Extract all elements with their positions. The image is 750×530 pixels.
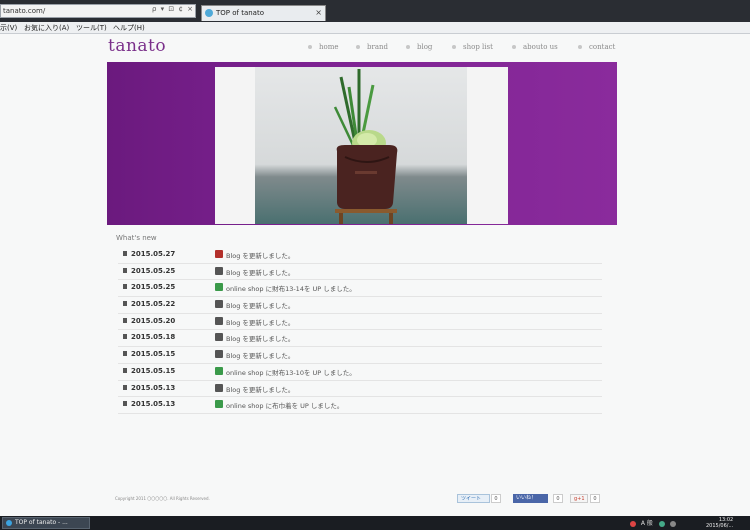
- news-link[interactable]: online shop に財布13-10を UP しました。: [226, 367, 356, 377]
- blog-icon: [215, 333, 223, 342]
- nav-blog[interactable]: blog: [406, 43, 432, 51]
- ime-indicator[interactable]: A 般: [641, 520, 653, 527]
- news-date: 2015.05.25: [131, 283, 176, 292]
- bullet-icon: [123, 401, 127, 407]
- blog-red-icon: [215, 250, 223, 258]
- bullet-icon: [123, 384, 127, 390]
- browser-tab[interactable]: TOP of tanato ×: [201, 5, 326, 21]
- clock[interactable]: 13:02 2015/06/...: [706, 517, 733, 529]
- news-list: 2015.05.27 Blog を更新しました。 2015.05.25 Blog を更…: [118, 247, 602, 414]
- news-link[interactable]: Blog を更新しました。: [226, 317, 294, 327]
- tab-title: TOP of tanato: [216, 9, 264, 17]
- bullet-icon: [123, 351, 127, 357]
- taskbar-item-label: TOP of tanato - ...: [15, 519, 68, 526]
- blog-icon: [215, 383, 223, 392]
- bag-with-vegetables-image: [333, 69, 398, 224]
- news-item: 2015.05.25 online shop に財布13-14を UP しました。: [118, 280, 602, 298]
- news-link[interactable]: Blog を更新しました。: [226, 250, 294, 260]
- news-date: 2015.05.13: [131, 383, 176, 392]
- bullet-icon: [123, 317, 127, 323]
- news-date: 2015.05.15: [131, 350, 176, 359]
- blog-icon: [215, 350, 223, 359]
- news-item: 2015.05.15 Blog を更新しました。: [118, 347, 602, 364]
- gplus-button[interactable]: g+1: [570, 494, 588, 503]
- taskbar: TOP of tanato - ... A 般 13:02 2015/06/..…: [0, 516, 750, 530]
- like-button[interactable]: いいね！: [513, 494, 548, 503]
- hero-banner: [107, 62, 617, 225]
- news-date: 2015.05.18: [131, 333, 176, 342]
- news-link[interactable]: Blog を更新しました。: [226, 267, 294, 277]
- news-item: 2015.05.22 Blog を更新しました。: [118, 297, 602, 314]
- news-link[interactable]: online shop に布巾着を UP しました。: [226, 400, 343, 410]
- shop-icon: [215, 400, 223, 409]
- tweet-count: 0: [491, 494, 501, 503]
- nav-home[interactable]: home: [308, 43, 339, 51]
- whats-new-heading: What's new: [116, 234, 157, 242]
- tab-close-icon[interactable]: ×: [315, 6, 322, 20]
- bullet-icon: [123, 251, 127, 256]
- ie-favicon-icon: [205, 9, 213, 17]
- nav-shop-list[interactable]: shop list: [452, 43, 493, 51]
- news-date: 2015.05.25: [131, 266, 176, 275]
- blog-icon: [215, 316, 223, 325]
- news-item: 2015.05.18 Blog を更新しました。: [118, 330, 602, 348]
- news-item: 2015.05.13 online shop に布巾着を UP しました。: [118, 397, 602, 414]
- news-date: 2015.05.15: [131, 366, 176, 375]
- shop-icon: [215, 366, 223, 375]
- menu-help[interactable]: ヘルプ(H): [113, 22, 145, 34]
- bullet-icon: [123, 367, 127, 373]
- bullet-icon: [123, 334, 127, 340]
- tray-network-icon[interactable]: [658, 520, 665, 527]
- news-date: 2015.05.22: [131, 300, 176, 309]
- news-link[interactable]: Blog を更新しました。: [226, 333, 294, 343]
- news-link[interactable]: Blog を更新しました。: [226, 384, 294, 394]
- ie-taskbar-icon: [6, 520, 12, 526]
- system-tray[interactable]: A 般: [630, 518, 679, 527]
- hero-image-frame: [215, 67, 508, 224]
- news-link[interactable]: online shop に財布13-14を UP しました。: [226, 283, 356, 293]
- nav-brand[interactable]: brand: [356, 43, 388, 51]
- news-link[interactable]: Blog を更新しました。: [226, 300, 294, 310]
- menu-tools[interactable]: ツール(T): [76, 22, 107, 34]
- address-bar-icons[interactable]: ρ ▾ ⊡ ¢ ×: [152, 5, 194, 13]
- blog-icon: [215, 300, 223, 309]
- browser-chrome: tanato.com/ ρ ▾ ⊡ ¢ × TOP of tanato ×: [0, 0, 750, 22]
- copyright: Copyright 2011 〇〇〇〇〇. All Rights Reserve…: [115, 496, 210, 501]
- web-page: tanato home brand blog shop list abouto …: [0, 34, 750, 516]
- news-date: 2015.05.13: [131, 400, 176, 409]
- like-count: 0: [553, 494, 563, 503]
- news-item: 2015.05.15 online shop に財布13-10を UP しました。: [118, 364, 602, 381]
- tray-volume-icon[interactable]: [669, 520, 676, 527]
- site-logo[interactable]: tanato: [108, 36, 166, 56]
- news-item: 2015.05.20 Blog を更新しました。: [118, 314, 602, 331]
- nav-contact[interactable]: contact: [578, 43, 615, 51]
- bullet-icon: [123, 267, 127, 273]
- clock-date: 2015/06/...: [706, 523, 734, 529]
- browser-menubar: 示(V) お気に入り(A) ツール(T) ヘルプ(H): [0, 22, 750, 34]
- menu-favorites[interactable]: お気に入り(A): [24, 22, 69, 34]
- tweet-button[interactable]: ツイート: [457, 494, 490, 503]
- bullet-icon: [123, 284, 127, 290]
- nav-about-us[interactable]: abouto us: [512, 43, 558, 51]
- shop-icon: [215, 283, 223, 292]
- news-item: 2015.05.27 Blog を更新しました。: [118, 247, 602, 264]
- gplus-count: 0: [590, 494, 600, 503]
- news-item: 2015.05.13 Blog を更新しました。: [118, 381, 602, 398]
- news-date: 2015.05.20: [131, 316, 176, 325]
- menu-view[interactable]: 示(V): [0, 22, 17, 34]
- news-item: 2015.05.25 Blog を更新しました。: [118, 264, 602, 281]
- tray-red-icon[interactable]: [630, 520, 636, 527]
- taskbar-browser-item[interactable]: TOP of tanato - ...: [2, 517, 90, 529]
- blog-icon: [215, 266, 223, 275]
- address-text: tanato.com/: [3, 7, 46, 15]
- news-link[interactable]: Blog を更新しました。: [226, 350, 294, 360]
- news-date: 2015.05.27: [131, 250, 176, 258]
- hero-photo: [255, 67, 467, 224]
- bullet-icon: [123, 301, 127, 307]
